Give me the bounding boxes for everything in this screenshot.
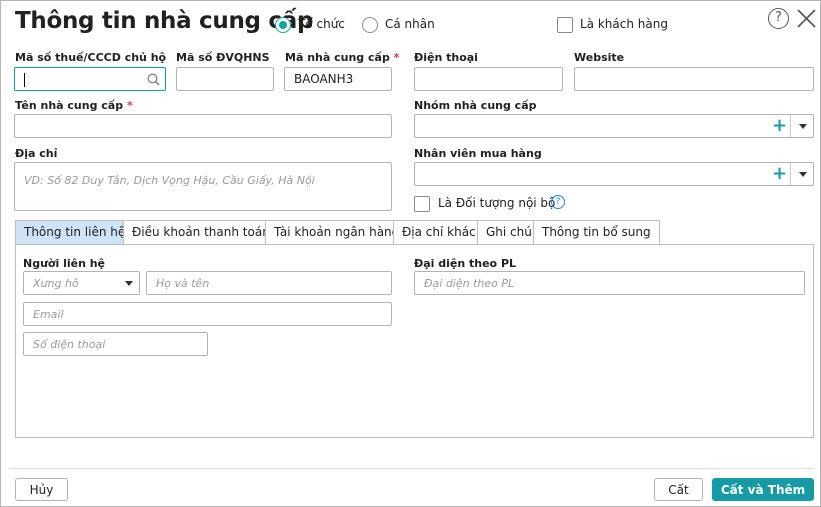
radio-individual[interactable] [362, 17, 378, 33]
radio-organization[interactable] [275, 17, 291, 33]
is-customer-checkbox[interactable] [557, 17, 573, 33]
fullname-placeholder: Họ và tên [156, 277, 210, 290]
address-textarea[interactable]: VD: Số 82 Duy Tân, Dịch Vọng Hậu, Cầu Gi… [14, 162, 392, 211]
tab-other-addresses[interactable]: Địa chỉ khác [393, 220, 485, 244]
internal-label: Là Đối tượng nội bộ [438, 196, 556, 210]
tab-payment-terms[interactable]: Điều khoản thanh toán [123, 220, 279, 244]
cancel-button[interactable]: Hủy [15, 478, 68, 501]
radio-organization-label: Tổ chức [298, 17, 345, 31]
budget-code-label: Mã số ĐVQHNS [176, 51, 270, 64]
chevron-down-icon[interactable] [799, 172, 807, 177]
add-group-icon[interactable]: + [772, 117, 787, 135]
phone-input[interactable] [414, 67, 563, 91]
supplier-name-input[interactable] [14, 114, 392, 138]
email-input[interactable]: Email [23, 302, 392, 326]
footer-divider [9, 468, 814, 469]
tax-code-input[interactable] [14, 67, 166, 91]
supplier-code-input[interactable]: BAOANH3 [284, 67, 392, 91]
phone-label: Điện thoại [414, 51, 478, 64]
supplier-dialog: Thông tin nhà cung cấp Tổ chức Cá nhân L… [0, 0, 821, 507]
budget-code-input[interactable] [176, 67, 274, 91]
dialog-title: Thông tin nhà cung cấp [15, 8, 314, 34]
help-icon[interactable]: ? [768, 8, 789, 29]
search-icon[interactable] [147, 73, 160, 86]
contact-phone-placeholder: Số điện thoại [33, 338, 106, 351]
close-icon[interactable] [797, 9, 816, 28]
add-buyer-icon[interactable]: + [772, 165, 787, 183]
buyer-label: Nhân viên mua hàng [414, 147, 542, 160]
salutation-placeholder: Xưng hô [33, 277, 79, 290]
salutation-select[interactable]: Xưng hô [23, 271, 140, 295]
address-label: Địa chỉ [15, 147, 58, 160]
supplier-group-combo[interactable]: + [414, 114, 814, 138]
legal-rep-placeholder: Đại diện theo PL [424, 277, 515, 290]
internal-help-icon[interactable]: ? [551, 195, 565, 209]
supplier-name-label: Tên nhà cung cấp * [15, 99, 133, 112]
supplier-code-label: Mã nhà cung cấp * [285, 51, 400, 64]
legal-rep-label: Đại diện theo PL [414, 257, 517, 270]
address-placeholder: VD: Số 82 Duy Tân, Dịch Vọng Hậu, Cầu Gi… [24, 174, 315, 187]
legal-rep-input[interactable]: Đại diện theo PL [414, 271, 805, 295]
chevron-down-icon [125, 281, 133, 286]
tab-contact-info[interactable]: Thông tin liên hệ [15, 220, 135, 244]
contact-phone-input[interactable]: Số điện thoại [23, 332, 208, 356]
website-label: Website [574, 51, 625, 64]
internal-checkbox[interactable] [414, 196, 430, 212]
save-and-add-button[interactable]: Cất và Thêm [712, 478, 814, 501]
tab-notes[interactable]: Ghi chú [477, 220, 541, 244]
buyer-combo[interactable]: + [414, 162, 814, 186]
chevron-down-icon[interactable] [799, 124, 807, 129]
is-customer-label: Là khách hàng [580, 17, 668, 31]
email-placeholder: Email [33, 308, 64, 321]
fullname-input[interactable]: Họ và tên [146, 271, 392, 295]
tab-bank-accounts[interactable]: Tài khoản ngân hàng [265, 220, 409, 244]
radio-individual-label: Cá nhân [385, 17, 435, 31]
tax-code-label: Mã số thuế/CCCD chủ hộ [15, 51, 167, 64]
save-button[interactable]: Cất [654, 478, 703, 501]
supplier-group-label: Nhóm nhà cung cấp [414, 99, 537, 112]
website-input[interactable] [574, 67, 814, 91]
contact-person-label: Người liên hệ [23, 257, 106, 270]
tab-additional-info[interactable]: Thông tin bổ sung [533, 220, 660, 244]
